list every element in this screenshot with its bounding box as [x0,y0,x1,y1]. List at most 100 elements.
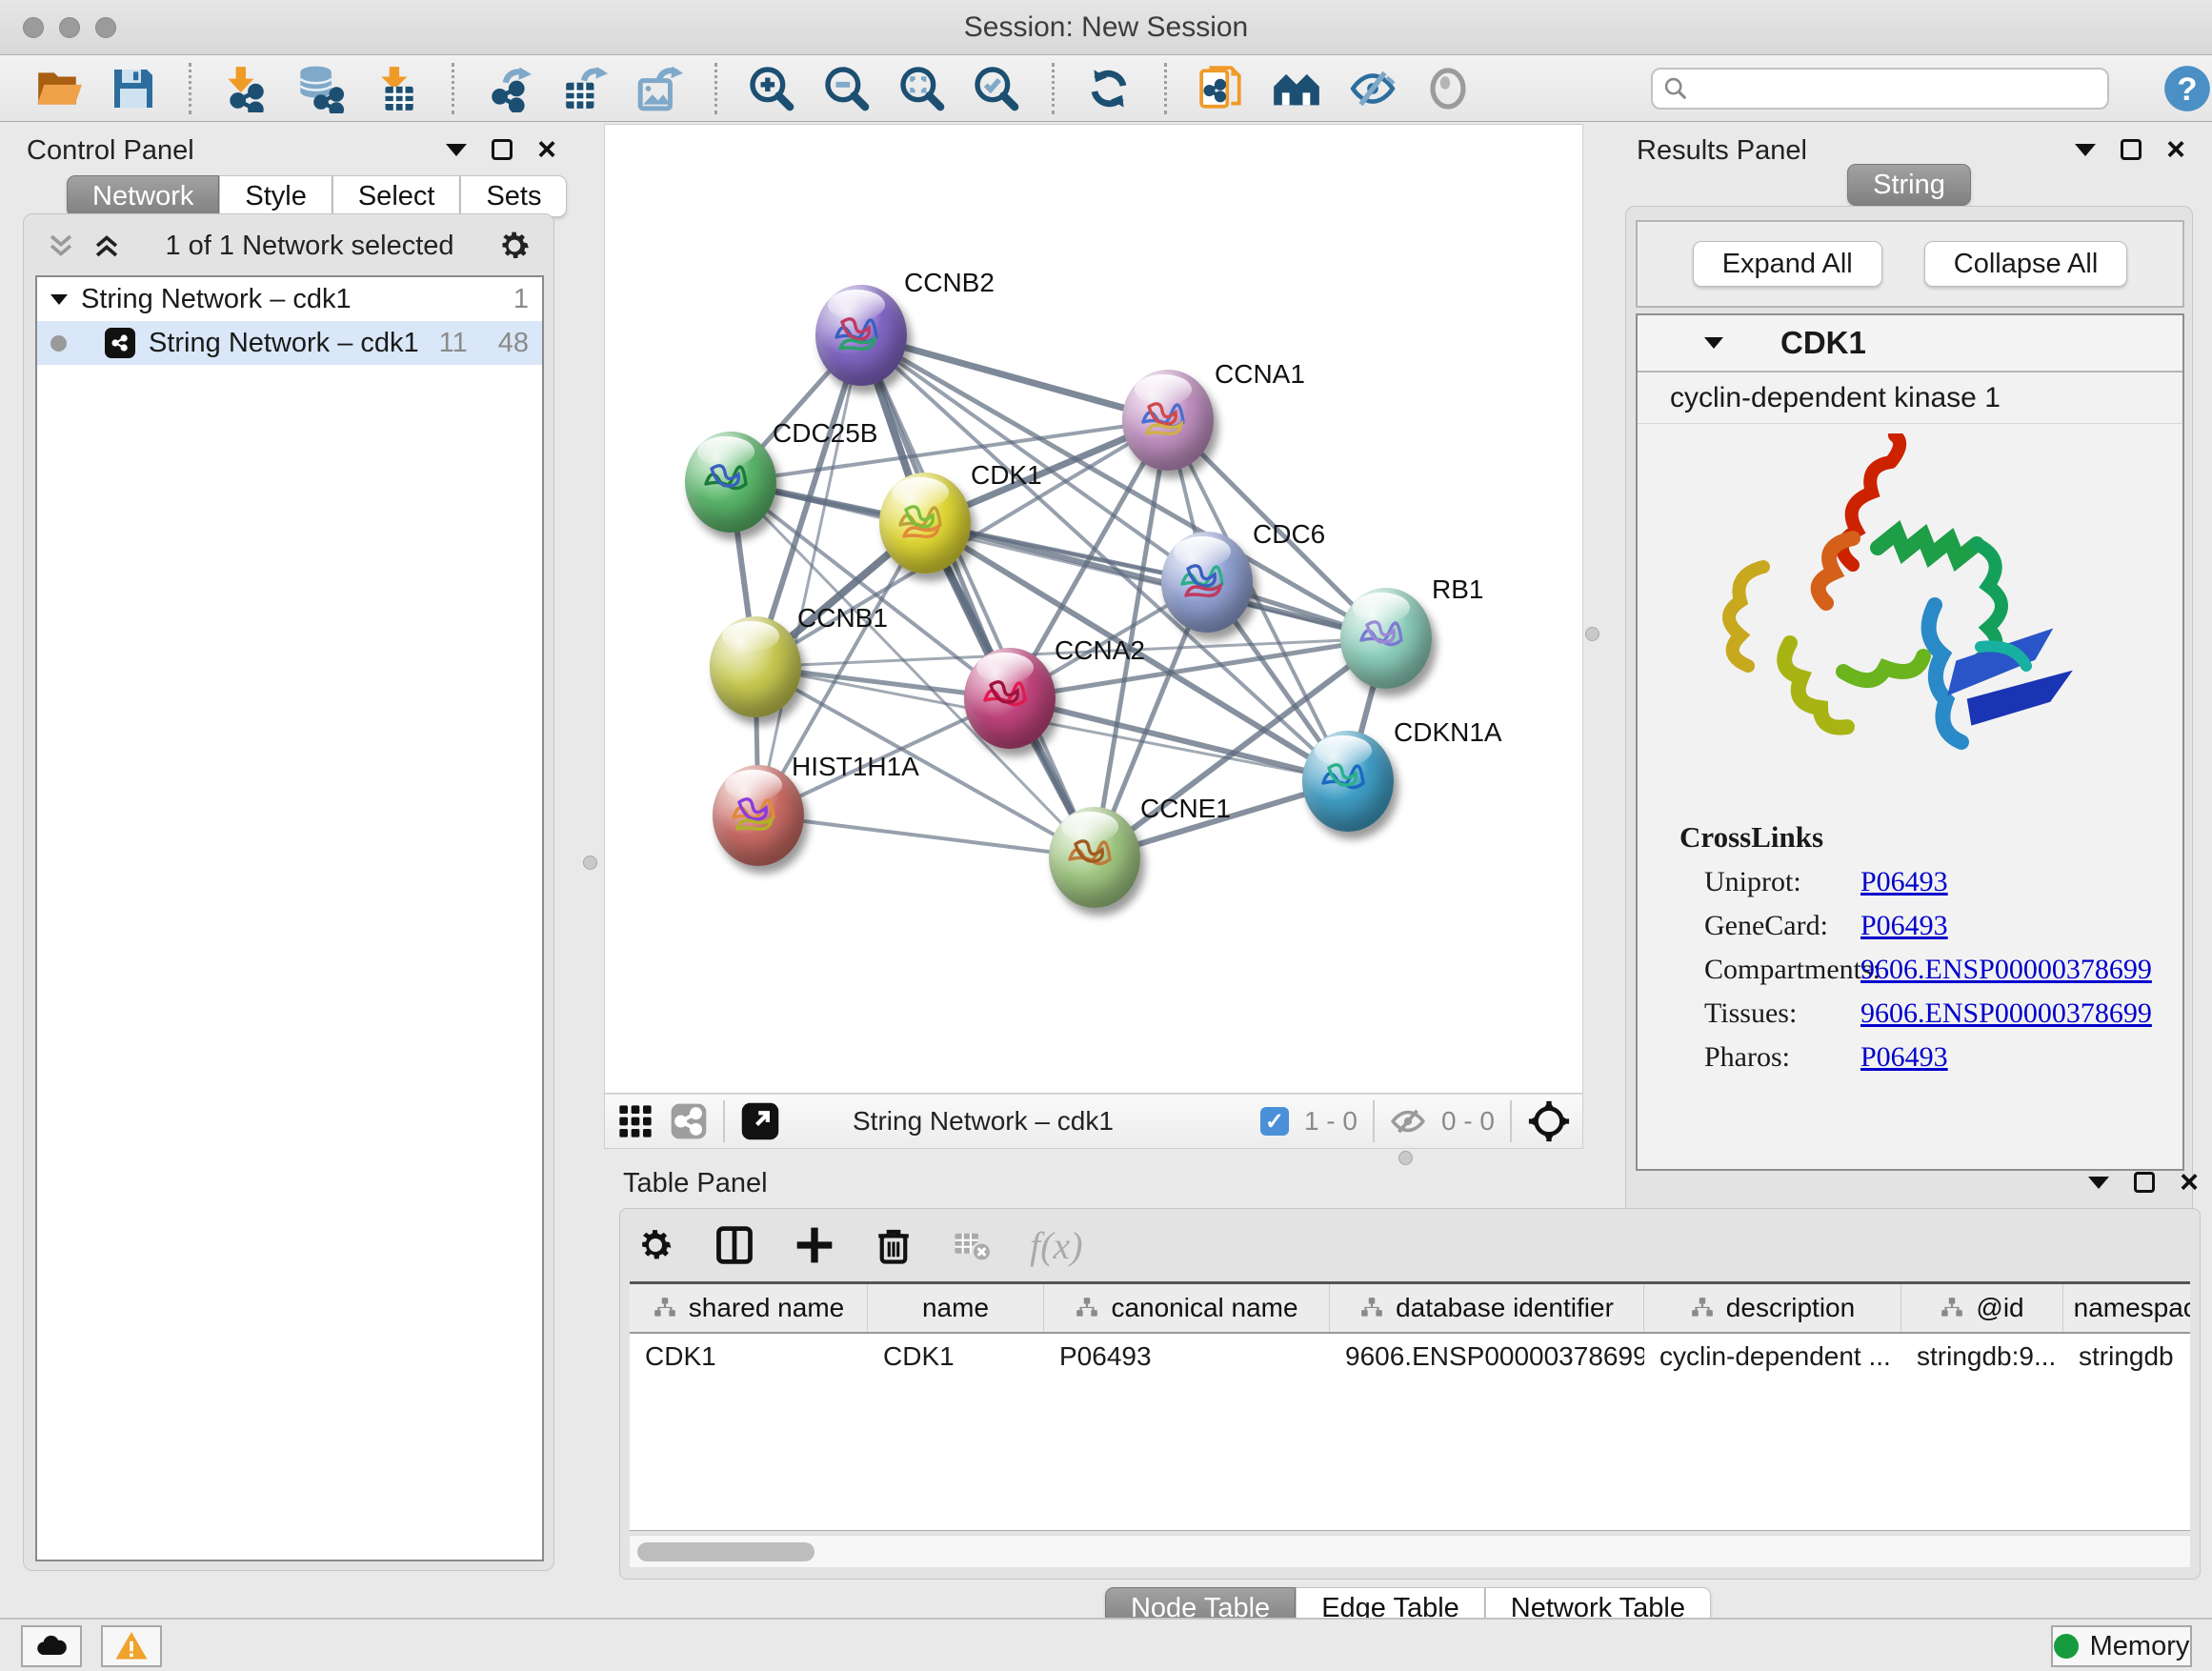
horizontal-splitter-handle[interactable] [1398,1151,1413,1165]
panel-menu-icon[interactable] [2075,144,2096,156]
node-cdc25b[interactable] [685,432,776,533]
node-ccna1[interactable] [1122,370,1214,471]
zoom-in-button[interactable] [748,64,796,113]
node-ccnb2[interactable] [815,285,907,386]
node-rb1[interactable] [1340,588,1432,689]
search-field[interactable] [1651,68,2109,110]
panel-float-icon[interactable] [492,139,513,160]
collapse-all-button[interactable]: Collapse All [1924,241,2128,287]
column-header-canonical-name[interactable]: canonical name [1044,1284,1330,1332]
tab-sets[interactable]: Sets [460,175,567,217]
import-network-file-button[interactable] [222,64,271,113]
expand-all-icon[interactable] [90,230,123,262]
cell-database-identifier[interactable]: 9606.ENSP00000378699 [1330,1334,1644,1379]
panel-float-icon[interactable] [2121,139,2142,160]
tab-select[interactable]: Select [332,175,461,217]
expand-all-button[interactable]: Expand All [1693,241,1882,287]
cell--id[interactable]: stringdb:9... [1901,1334,2063,1379]
collapse-all-icon[interactable] [45,230,77,262]
zoom-fit-button[interactable] [897,64,946,113]
crosslink-tissues-link[interactable]: 9606.ENSP00000378699 [1860,992,2152,1036]
network-share-view-icon[interactable] [670,1102,708,1140]
node-cdk1[interactable] [879,473,971,574]
protein-thumbnail [1049,807,1140,908]
tab-style[interactable]: Style [219,175,332,217]
search-input[interactable] [1697,73,2097,103]
string-app-button[interactable] [1197,64,1246,113]
crosslink-genecard-link[interactable]: P06493 [1860,904,1948,948]
panel-menu-icon[interactable] [2088,1177,2109,1189]
export-table-button[interactable] [560,64,609,113]
delete-table-icon [952,1225,992,1265]
refresh-button[interactable] [1085,64,1134,113]
warnings-button[interactable] [101,1625,162,1667]
column-header-database-identifier[interactable]: database identifier [1330,1284,1644,1332]
open-session-button[interactable] [34,64,83,113]
home-button[interactable] [1272,64,1321,113]
column-header--id[interactable]: @id [1901,1284,2063,1332]
node-cdkn1a[interactable] [1302,731,1394,832]
network-canvas[interactable]: CCNB2 CCNA1 CDC25B CDK1 CDC6 RB1 CCNB1 C… [605,125,1584,1095]
panel-close-icon[interactable]: × [2180,1172,2199,1193]
crosslink-uniprot-link[interactable]: P06493 [1860,860,1948,904]
birdseye-crosshair-icon[interactable] [1527,1099,1571,1143]
table-options-gear-icon[interactable] [635,1225,675,1265]
node-ccnb1[interactable] [710,616,801,717]
node-cdc6[interactable] [1161,532,1253,633]
export-image-button[interactable] [635,64,684,113]
column-header-shared-name[interactable]: shared name [630,1284,868,1332]
cell-name[interactable]: CDK1 [868,1334,1044,1379]
memory-button[interactable]: Memory [2051,1625,2192,1667]
cell-canonical-name[interactable]: P06493 [1044,1334,1330,1379]
tab-string[interactable]: String [1847,164,1971,206]
tree-expand-icon[interactable] [50,294,68,305]
panel-menu-icon[interactable] [446,144,467,156]
zoom-selected-button[interactable] [973,64,1021,113]
network-options-gear-icon[interactable] [496,228,533,264]
crosslink-compartments-link[interactable]: 9606.ENSP00000378699 [1860,948,2152,992]
node-ccna2[interactable] [964,648,1056,749]
panel-close-icon[interactable]: × [2166,139,2185,160]
protein-thumbnail [1161,532,1253,633]
save-session-button[interactable] [110,64,158,113]
hide-results-button[interactable] [1348,64,1397,113]
gene-collapse-icon[interactable] [1704,337,1723,349]
node-ccne1[interactable] [1049,807,1140,908]
show-graphics-button[interactable] [1423,64,1472,113]
import-table-button[interactable] [372,64,421,113]
network-view-title: String Network – cdk1 [853,1106,1245,1137]
network-view[interactable]: CCNB2 CCNA1 CDC25B CDK1 CDC6 RB1 CCNB1 C… [604,124,1583,1094]
export-network-button[interactable] [485,64,533,113]
node-hist1h1a[interactable] [713,765,804,866]
table-horizontal-scrollbar[interactable] [630,1535,2190,1567]
scrollbar-thumb[interactable] [637,1542,814,1561]
add-column-icon[interactable] [794,1224,835,1266]
edge-hist1h1a-ccne1[interactable] [758,815,1095,857]
grid-view-icon[interactable] [616,1102,654,1140]
show-columns-icon[interactable] [714,1224,755,1266]
help-button[interactable]: ? [2162,64,2212,113]
network-row-selected[interactable]: String Network – cdk1 11 48 [37,321,542,365]
cloud-status-button[interactable] [21,1625,82,1667]
panel-close-icon[interactable]: × [537,139,556,160]
panel-float-icon[interactable] [2134,1172,2155,1193]
column-header-name[interactable]: name [868,1284,1044,1332]
edge-ccnb2-hist1h1a[interactable] [758,335,861,815]
cell-namespace[interactable]: stringdb [2063,1334,2190,1379]
tab-network[interactable]: Network [67,175,219,217]
column-header-description[interactable]: description [1644,1284,1901,1332]
zoom-out-button[interactable] [822,64,871,113]
delete-column-icon[interactable] [874,1225,914,1265]
network-collection-row[interactable]: String Network – cdk1 1 [37,277,542,321]
import-network-database-button[interactable] [296,64,346,113]
left-splitter-handle[interactable] [583,856,597,870]
column-header-namespace[interactable]: namespace [2063,1284,2190,1332]
right-splitter-handle[interactable] [1585,627,1599,641]
cell-shared-name[interactable]: CDK1 [630,1334,868,1379]
cell-description[interactable]: cyclin-dependent ... [1644,1334,1901,1379]
detach-view-icon[interactable] [740,1101,780,1141]
node-table[interactable]: shared namenamecanonical namedatabase id… [630,1281,2190,1531]
selected-checkbox-icon[interactable]: ✓ [1260,1107,1289,1136]
protein-thumbnail [1122,370,1214,471]
crosslink-pharos-link[interactable]: P06493 [1860,1036,1948,1079]
